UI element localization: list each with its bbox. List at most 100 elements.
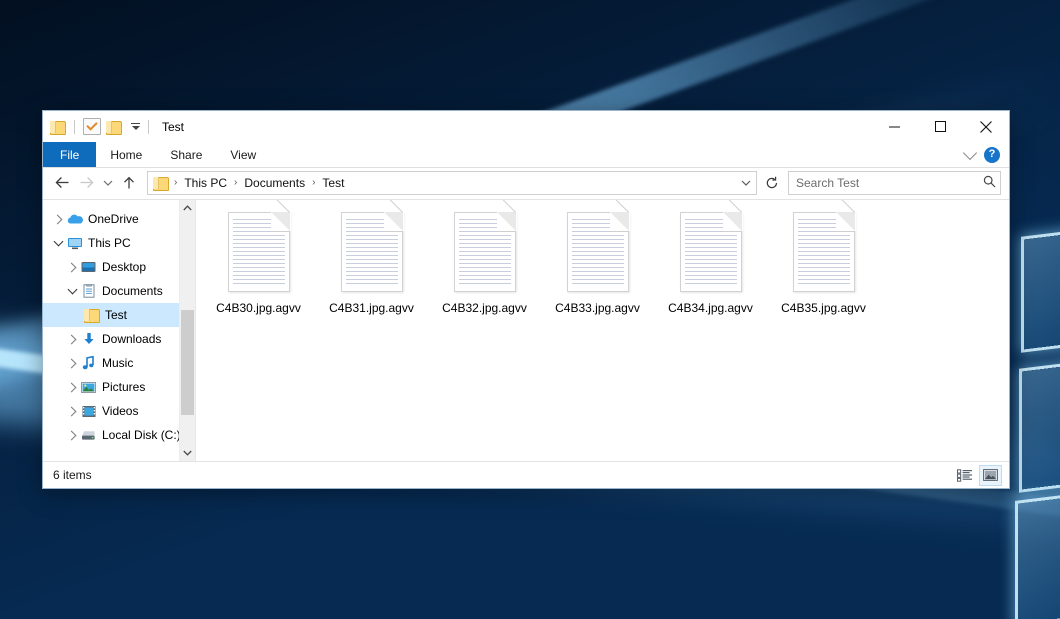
scroll-down-icon[interactable] <box>180 445 195 461</box>
chevron-down-icon[interactable] <box>963 146 977 160</box>
file-item[interactable]: C4B30.jpg.agvv <box>202 208 315 340</box>
sidebar-item-label: This PC <box>88 236 131 250</box>
expand-chevron-icon[interactable] <box>64 408 80 415</box>
file-grid: C4B30.jpg.agvv C4B31.jpg.agvv C4B32.jpg.… <box>196 200 1009 340</box>
breadcrumb-item-test[interactable]: Test <box>318 175 348 191</box>
divider <box>74 120 75 134</box>
sidebar-item-documents[interactable]: Documents <box>43 279 195 303</box>
file-item[interactable]: C4B32.jpg.agvv <box>428 208 541 340</box>
collapse-chevron-icon[interactable] <box>64 286 80 296</box>
tab-view[interactable]: View <box>216 142 270 167</box>
sidebar-item-videos[interactable]: Videos <box>43 399 195 423</box>
sidebar-item-desktop[interactable]: Desktop <box>43 255 195 279</box>
breadcrumb-item-documents[interactable]: Documents <box>240 175 309 191</box>
close-button[interactable] <box>963 111 1009 142</box>
navigation-tree: OneDrive This PC Desktop <box>43 200 195 447</box>
sidebar-item-test[interactable]: Test <box>43 303 195 327</box>
breadcrumb-item-this-pc[interactable]: This PC <box>180 175 231 191</box>
file-item[interactable]: C4B34.jpg.agvv <box>654 208 767 340</box>
breadcrumb: › This PC › Documents › Test <box>153 175 738 191</box>
hard-disk-icon <box>80 429 97 441</box>
file-name-label: C4B34.jpg.agvv <box>668 301 753 315</box>
sidebar-item-local-disk-c[interactable]: Local Disk (C:) <box>43 423 195 447</box>
file-name-label: C4B30.jpg.agvv <box>216 301 301 315</box>
sidebar-item-music[interactable]: Music <box>43 351 195 375</box>
windows-logo-pane <box>1022 365 1060 490</box>
tab-home[interactable]: Home <box>96 142 156 167</box>
expand-chevron-icon[interactable] <box>64 432 80 439</box>
windows-logo-pane <box>1024 233 1060 350</box>
previous-locations-chevron-icon[interactable] <box>738 179 754 187</box>
scroll-up-icon[interactable] <box>180 200 195 216</box>
expand-chevron-icon[interactable] <box>64 360 80 367</box>
divider <box>148 120 149 134</box>
title-bar: Test <box>43 111 1009 142</box>
properties-icon[interactable] <box>83 118 101 135</box>
quick-access-toolbar <box>43 118 152 135</box>
expand-chevron-icon[interactable] <box>64 384 80 391</box>
breadcrumb-separator: › <box>172 177 179 188</box>
file-item[interactable]: C4B33.jpg.agvv <box>541 208 654 340</box>
folder-icon <box>50 120 66 134</box>
tab-share[interactable]: Share <box>156 142 216 167</box>
search-icon[interactable] <box>983 175 996 191</box>
customize-quick-access-caret-icon[interactable] <box>130 123 140 130</box>
ribbon-tab-bar: File Home Share View ? <box>43 142 1009 168</box>
file-item[interactable]: C4B35.jpg.agvv <box>767 208 880 340</box>
explorer-body: OneDrive This PC Desktop <box>43 199 1009 461</box>
maximize-button[interactable] <box>917 111 963 142</box>
navigation-pane: OneDrive This PC Desktop <box>43 200 196 461</box>
up-button[interactable] <box>118 172 140 194</box>
details-view-button[interactable] <box>954 466 975 485</box>
refresh-button[interactable] <box>762 172 782 194</box>
new-folder-icon[interactable] <box>106 120 122 134</box>
search-box[interactable]: Search Test <box>788 171 1001 195</box>
ribbon-right-controls: ? <box>965 142 1009 167</box>
sidebar-item-downloads[interactable]: Downloads <box>43 327 195 351</box>
address-bar: › This PC › Documents › Test Search Test <box>43 168 1009 199</box>
navigation-pane-scrollbar[interactable] <box>179 200 195 461</box>
window-controls <box>871 111 1009 142</box>
tab-file[interactable]: File <box>43 142 96 167</box>
sidebar-item-this-pc[interactable]: This PC <box>43 231 195 255</box>
recent-locations-button[interactable] <box>99 172 116 194</box>
expand-chevron-icon[interactable] <box>64 336 80 343</box>
expand-chevron-icon[interactable] <box>50 216 66 223</box>
back-button[interactable] <box>51 172 73 194</box>
view-mode-buttons <box>954 465 1002 486</box>
file-item[interactable]: C4B31.jpg.agvv <box>315 208 428 340</box>
music-note-icon <box>80 356 97 370</box>
sidebar-item-onedrive[interactable]: OneDrive <box>43 207 195 231</box>
this-pc-monitor-icon <box>66 237 83 250</box>
forward-button[interactable] <box>75 172 97 194</box>
downloads-arrow-icon <box>80 332 97 346</box>
item-count-label: 6 items <box>53 468 92 482</box>
scrollbar-thumb[interactable] <box>181 310 194 415</box>
sidebar-item-label: Pictures <box>102 380 145 394</box>
minimize-button[interactable] <box>871 111 917 142</box>
desktop-icon <box>80 261 97 274</box>
breadcrumb-separator: › <box>232 177 239 188</box>
file-list-view[interactable]: C4B30.jpg.agvv C4B31.jpg.agvv C4B32.jpg.… <box>196 200 1009 461</box>
file-name-label: C4B31.jpg.agvv <box>329 301 414 315</box>
search-input[interactable]: Search Test <box>796 176 983 190</box>
breadcrumb-bar[interactable]: › This PC › Documents › Test <box>147 171 757 195</box>
file-name-label: C4B33.jpg.agvv <box>555 301 640 315</box>
folder-icon <box>153 176 169 190</box>
unknown-file-document-icon <box>228 212 290 292</box>
onedrive-cloud-icon <box>66 213 83 225</box>
help-icon[interactable]: ? <box>984 147 1000 163</box>
breadcrumb-separator: › <box>310 177 317 188</box>
file-name-label: C4B32.jpg.agvv <box>442 301 527 315</box>
unknown-file-document-icon <box>680 212 742 292</box>
videos-film-icon <box>80 405 97 418</box>
large-icons-view-button[interactable] <box>979 465 1002 486</box>
collapse-chevron-icon[interactable] <box>50 238 66 248</box>
file-name-label: C4B35.jpg.agvv <box>781 301 866 315</box>
sidebar-item-pictures[interactable]: Pictures <box>43 375 195 399</box>
sidebar-item-label: Downloads <box>102 332 161 346</box>
pictures-icon <box>80 381 97 394</box>
expand-chevron-icon[interactable] <box>64 264 80 271</box>
sidebar-item-label: Music <box>102 356 133 370</box>
sidebar-item-label: Documents <box>102 284 163 298</box>
